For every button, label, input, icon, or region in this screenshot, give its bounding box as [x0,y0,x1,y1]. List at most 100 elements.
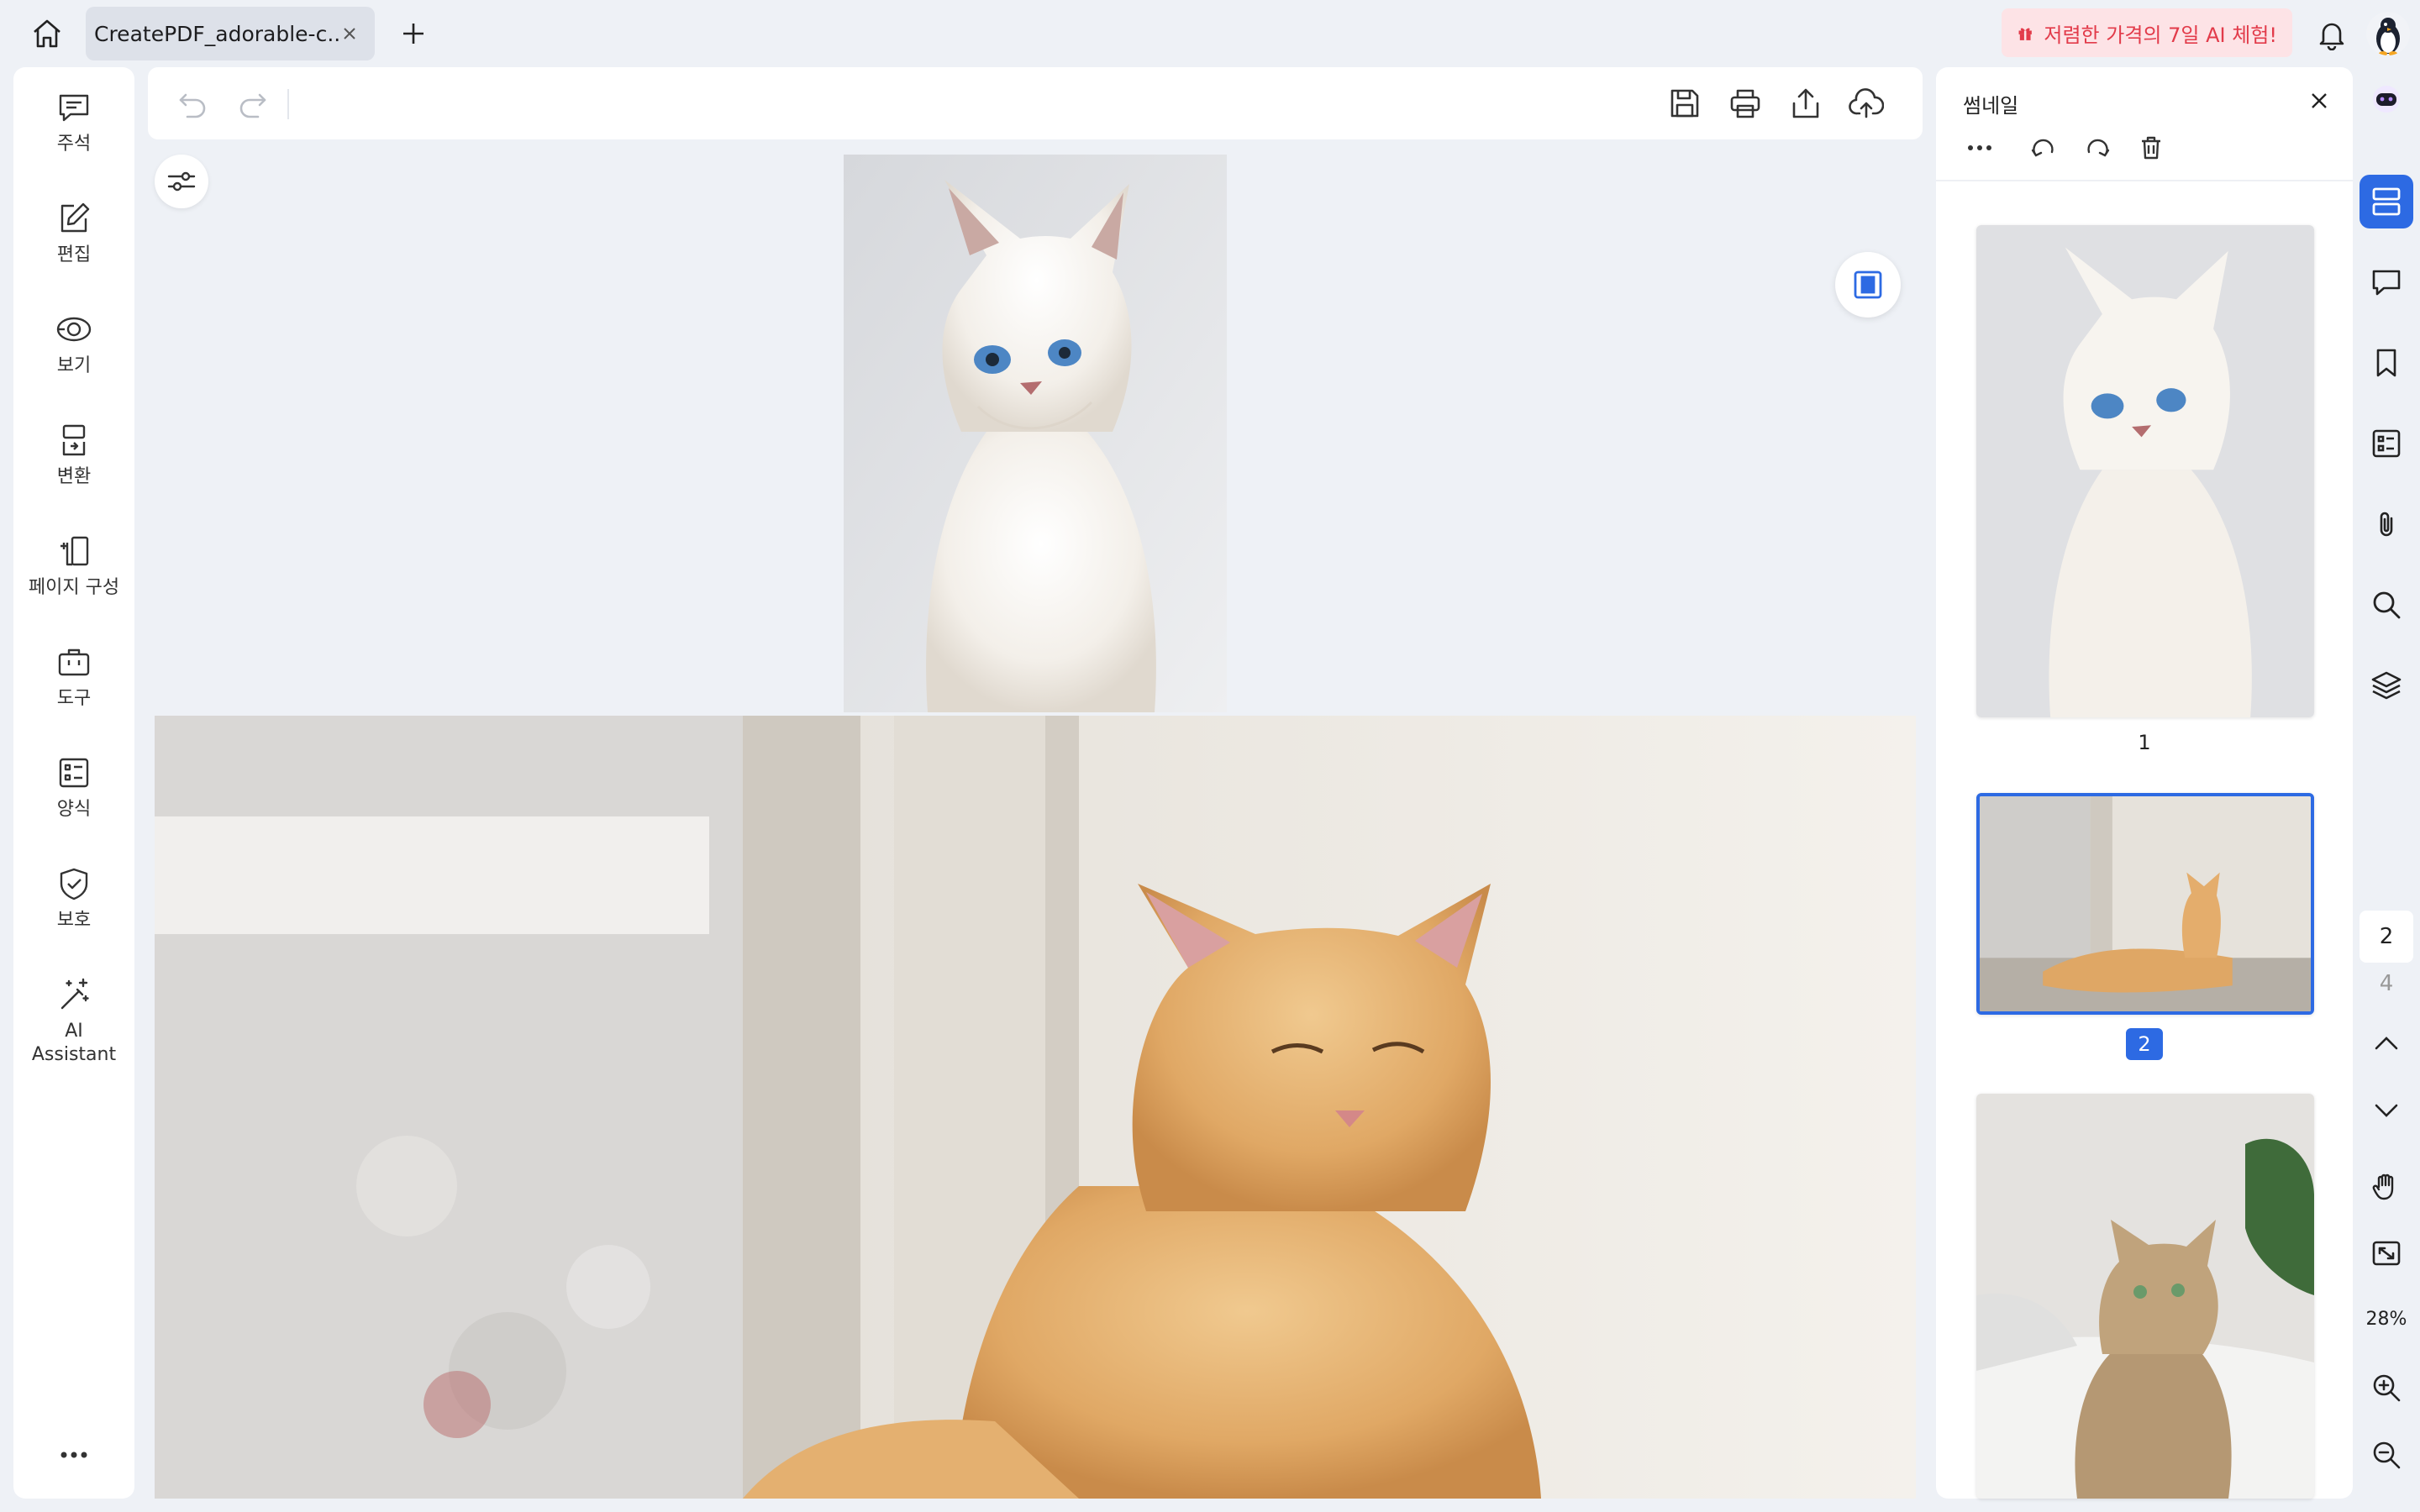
attachments-panel-button[interactable] [2360,497,2413,551]
document-tab[interactable]: CreatePDF_adorable-c... [86,7,375,60]
sidebar-label: 보호 [56,910,92,931]
save-icon [1670,89,1699,118]
current-page-number[interactable]: 2 [2360,911,2413,963]
tab-close-button[interactable] [339,24,360,44]
white-cat-image [844,155,1227,712]
ai-chat-button[interactable] [2360,72,2413,126]
thumbnails-panel-button[interactable] [2360,175,2413,228]
zoom-level: 28% [2365,1309,2407,1330]
left-sidebar: 주석 편집 보기 변환 페이지 구성 도구 양식 보호 AI Assistant [13,67,134,1499]
panel-title: 썸네일 [1963,94,2019,118]
magic-wand-icon [54,974,94,1015]
page-thumbnail-1[interactable] [1976,225,2314,717]
notifications-button[interactable] [2312,15,2351,54]
hand-tool-button[interactable] [2360,1159,2413,1213]
search-icon [2373,591,2401,619]
pdf-page-2[interactable] [155,716,1916,1499]
sidebar-label: 편집 [56,244,92,265]
comments-panel-button[interactable] [2360,255,2413,309]
total-pages: 4 [2379,971,2394,996]
sidebar-more-button[interactable] [13,1438,134,1472]
bookmarks-panel-button[interactable] [2360,336,2413,390]
zoom-out-icon [2373,1441,2401,1469]
chevron-down-icon [2375,1104,2398,1117]
sidebar-item-tools[interactable]: 도구 [13,642,134,711]
sidebar-item-convert[interactable]: 변환 [13,420,134,489]
close-icon [2312,93,2327,108]
sidebar-item-protect[interactable]: 보호 [13,864,134,932]
panel-divider [1936,180,2353,181]
page-organize-icon [54,531,94,571]
sidebar-label: 도구 [56,688,92,709]
sidebar-label: AI Assistant [31,1021,117,1065]
sliders-icon [167,171,196,192]
edit-icon [54,198,94,239]
fit-screen-button[interactable] [2360,1226,2413,1280]
rotate-right-button[interactable] [2079,129,2116,166]
save-button[interactable] [1665,84,1704,123]
layers-icon [2371,671,2402,700]
bookmark-icon [2376,349,2396,377]
right-rail: 2 4 28% [2360,67,2413,1512]
form-fields-panel-button[interactable] [2360,417,2413,470]
form-icon [54,753,94,793]
comment-icon [2372,270,2401,296]
cloud-upload-icon [1849,88,1884,118]
rotate-left-button[interactable] [2025,129,2062,166]
sidebar-item-page-organize[interactable]: 페이지 구성 [13,531,134,600]
orange-cat-thumbnail [1980,796,2311,1011]
view-settings-button[interactable] [155,155,208,208]
panel-close-button[interactable] [2302,84,2336,118]
sidebar-item-edit[interactable]: 편집 [13,198,134,267]
sidebar-item-form[interactable]: 양식 [13,753,134,822]
promo-banner[interactable]: 저렴한 가격의 7일 AI 체험! [2002,8,2292,57]
comment-icon [54,87,94,128]
delete-page-button[interactable] [2133,129,2170,166]
toolbox-icon [54,642,94,682]
fit-page-icon [1854,270,1882,299]
thumbnails-icon [2372,187,2401,216]
user-avatar[interactable] [2366,12,2410,55]
trash-icon [2142,136,2160,160]
thumbnail-page-number-selected: 2 [2126,1028,2163,1060]
rotate-left-icon [2031,139,2054,157]
zoom-out-button[interactable] [2360,1428,2413,1482]
page-thumbnail-2[interactable] [1976,793,2314,1015]
page-thumbnail-3[interactable] [1976,1094,2314,1499]
thumbnail-more-button[interactable] [1961,129,1998,166]
eye-icon [54,309,94,349]
sidebar-item-comment[interactable]: 주석 [13,87,134,156]
layers-panel-button[interactable] [2360,659,2413,712]
white-cat-thumbnail [1976,225,2314,717]
next-page-button[interactable] [2360,1084,2413,1137]
undo-button[interactable] [173,84,212,123]
print-button[interactable] [1726,84,1765,123]
sidebar-item-view[interactable]: 보기 [13,309,134,378]
redo-icon [239,93,266,118]
previous-page-button[interactable] [2360,1016,2413,1070]
close-icon [344,28,355,39]
home-button[interactable] [24,13,71,54]
more-icon [60,1452,87,1458]
shield-icon [54,864,94,904]
zoom-in-button[interactable] [2360,1361,2413,1415]
new-tab-button[interactable] [393,15,434,52]
print-icon [1730,89,1760,118]
thumbnail-panel: 썸네일 1 2 [1936,67,2353,1499]
convert-icon [54,420,94,460]
sidebar-item-ai-assistant[interactable]: AI Assistant [13,974,134,1067]
pdf-page-1[interactable] [844,155,1227,712]
home-icon [34,19,60,48]
search-panel-button[interactable] [2360,578,2413,632]
hand-icon [2372,1173,2394,1200]
redo-button[interactable] [234,84,272,123]
chevron-up-icon [2375,1037,2398,1050]
share-button[interactable] [1786,84,1825,123]
cloud-upload-button[interactable] [1847,84,1886,123]
expand-icon [2372,1241,2401,1266]
promo-text: 저렴한 가격의 7일 AI 체험! [2044,23,2277,47]
sidebar-label: 보기 [56,355,92,376]
fit-page-button[interactable] [1835,252,1901,318]
toolbar-divider [287,89,289,119]
form-icon [2372,429,2401,458]
